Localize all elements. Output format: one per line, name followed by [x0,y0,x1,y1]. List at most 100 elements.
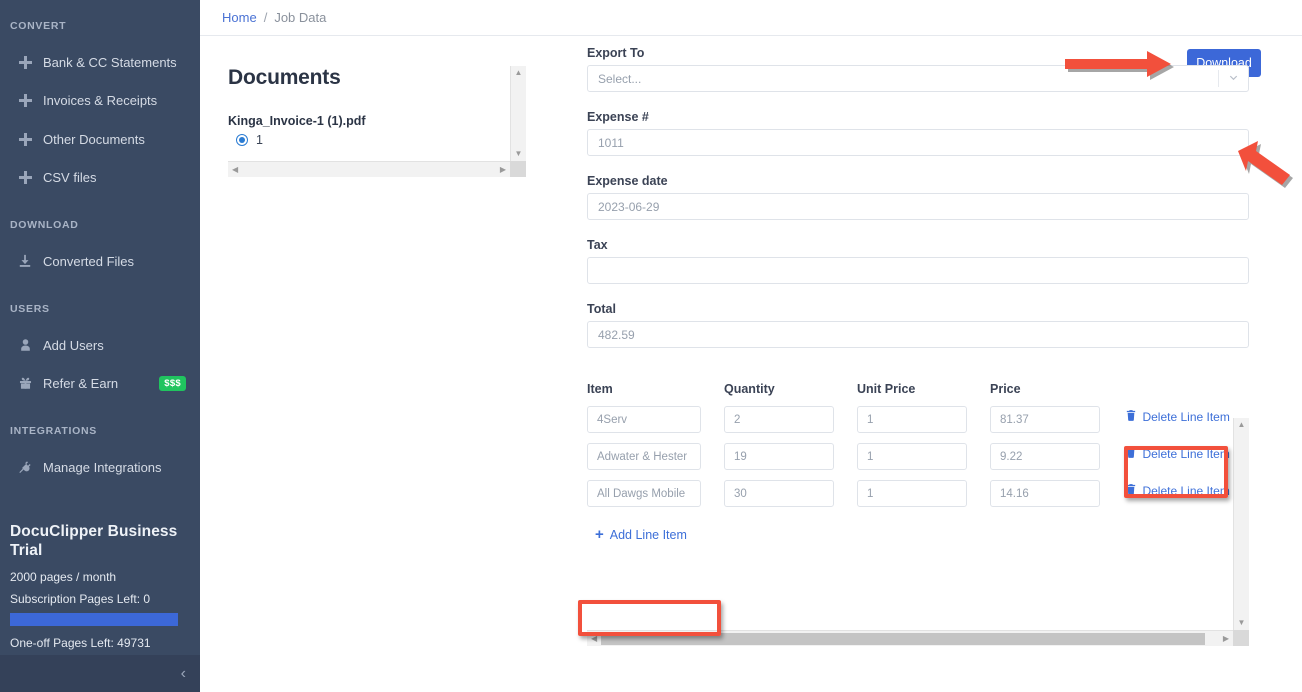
sidebar-item-bank-cc-statements[interactable]: Bank & CC Statements [0,46,200,78]
scroll-left-icon[interactable]: ◀ [228,165,242,174]
line-item-name-field[interactable]: 4Serv [587,406,701,433]
delete-line-item-button[interactable]: Delete Line Item [1123,480,1233,499]
app-root: CONVERT Bank & CC Statements Invoices & … [0,0,1302,692]
chevron-left-icon: ‹ [180,664,186,682]
column-header-price: Price [990,382,1021,396]
line-item-quantity-field[interactable]: 19 [724,443,834,470]
delete-line-item-button[interactable]: Delete Line Item [1123,443,1233,462]
user-icon [10,338,40,352]
main-content: Home / Job Data Documents Kinga_Invoice-… [200,0,1302,692]
plus-icon [10,55,40,69]
sidebar-item-label: Add Users [43,337,104,353]
plan-pages-per-month: 2000 pages / month [10,569,117,584]
line-items-vertical-scrollbar[interactable]: ▲ ▼ [1233,418,1249,630]
sidebar-item-label: Bank & CC Statements [43,54,177,70]
column-header-item: Item [587,382,613,396]
export-to-select-wrap[interactable]: Select... [587,65,1249,92]
sidebar-item-refer-earn[interactable]: Refer & Earn $$$ [0,367,200,399]
sidebar-section-integrations: INTEGRATIONS [10,425,97,437]
trash-icon [1126,447,1139,461]
download-icon [10,254,40,268]
scroll-up-icon[interactable]: ▲ [1238,418,1246,432]
plus-icon [10,170,40,184]
sidebar: CONVERT Bank & CC Statements Invoices & … [0,0,200,692]
scroll-left-icon[interactable]: ◀ [587,634,601,643]
breadcrumb-separator: / [263,10,268,25]
line-items-scroll-corner [1233,630,1249,646]
trash-icon [1126,484,1139,498]
plan-progress-bar [10,612,178,626]
plan-subscription-pages-left: Subscription Pages Left: 0 [10,591,151,606]
line-items-horizontal-scrollbar[interactable]: ◀ ▶ [587,630,1233,646]
total-field[interactable]: 482.59 [587,321,1249,348]
export-to-label: Export To [587,46,645,60]
line-item-price-field[interactable]: 81.37 [990,406,1100,433]
scroll-down-icon[interactable]: ▼ [1238,616,1246,630]
expense-date-label: Expense date [587,174,668,188]
line-item-price-field[interactable]: 9.22 [990,443,1100,470]
line-item-quantity-field[interactable]: 30 [724,480,834,507]
line-item-quantity-field[interactable]: 2 [724,406,834,433]
table-row: All Dawgs Mobile 30 1 14.16 Delete Line … [587,480,1249,507]
page-radio-button[interactable] [236,134,248,146]
add-line-item-button[interactable]: + Add Line Item [587,527,687,542]
job-data-form: Export To Select... Expense # 1011 Expen… [587,46,1267,348]
line-item-unit-price-field[interactable]: 1 [857,406,967,433]
delete-line-item-button[interactable]: Delete Line Item [1123,406,1233,425]
trash-icon [1126,410,1139,424]
line-item-unit-price-field[interactable]: 1 [857,480,967,507]
add-line-item-label: Add Line Item [609,527,687,542]
page-number-label: 1 [256,133,263,147]
plus-icon: + [595,526,604,543]
line-item-price-field[interactable]: 14.16 [990,480,1100,507]
sidebar-item-invoices-receipts[interactable]: Invoices & Receipts [0,84,200,116]
plan-summary: DocuClipper Business Trial 2000 pages / … [10,522,192,650]
export-to-select[interactable]: Select... [587,65,1249,92]
document-page-item[interactable]: 1 [228,133,541,147]
tax-label: Tax [587,238,608,252]
sidebar-collapse-button[interactable]: ‹ [0,655,200,692]
sidebar-section-convert: CONVERT [10,20,67,32]
sidebar-item-manage-integrations[interactable]: Manage Integrations [0,451,200,483]
table-row: Adwater & Hester 19 1 9.22 Delete Line I… [587,443,1249,470]
scroll-right-icon[interactable]: ▶ [496,165,510,174]
sidebar-item-label: Converted Files [43,253,135,269]
sidebar-item-label: Invoices & Receipts [43,92,158,108]
plug-icon [10,460,40,474]
delete-line-item-label: Delete Line Item [1142,447,1230,461]
scrollbar-thumb[interactable] [601,633,1205,645]
select-divider [1218,70,1219,87]
breadcrumb-home-link[interactable]: Home [222,10,257,25]
documents-horizontal-scrollbar[interactable]: ◀ ▶ [228,161,510,177]
scroll-down-icon[interactable]: ▼ [515,147,523,161]
line-items-header-row: Item Quantity Unit Price Price [587,382,1249,396]
expense-number-field[interactable]: 1011 [587,129,1249,156]
column-header-quantity: Quantity [724,382,775,396]
scroll-up-icon[interactable]: ▲ [515,66,523,80]
expense-date-field[interactable]: 2023-06-29 [587,193,1249,220]
plan-progress-fill [10,612,178,626]
sidebar-section-users: USERS [10,303,50,315]
scroll-right-icon[interactable]: ▶ [1219,634,1233,643]
line-item-name-field[interactable]: Adwater & Hester [587,443,701,470]
sidebar-item-converted-files[interactable]: Converted Files [0,245,200,277]
sidebar-item-csv-files[interactable]: CSV files [0,161,200,193]
document-file-name: Kinga_Invoice-1 (1).pdf [228,114,366,128]
documents-scroll-corner [510,161,526,177]
line-item-unit-price-field[interactable]: 1 [857,443,967,470]
expense-number-label: Expense # [587,110,649,124]
delete-line-item-label: Delete Line Item [1142,484,1230,498]
documents-vertical-scrollbar[interactable]: ▲ ▼ [510,66,526,161]
total-label: Total [587,302,616,316]
sidebar-section-download: DOWNLOAD [10,219,79,231]
documents-title: Documents [228,66,341,89]
sidebar-item-add-users[interactable]: Add Users [0,329,200,361]
column-header-actions [1123,382,1243,396]
tax-field[interactable] [587,257,1249,284]
sidebar-item-label: CSV files [43,169,97,185]
chevron-down-icon[interactable] [1228,72,1239,83]
gift-icon [10,376,40,390]
sidebar-item-other-documents[interactable]: Other Documents [0,123,200,155]
line-item-name-field[interactable]: All Dawgs Mobile [587,480,701,507]
sidebar-item-label: Manage Integrations [43,459,162,475]
